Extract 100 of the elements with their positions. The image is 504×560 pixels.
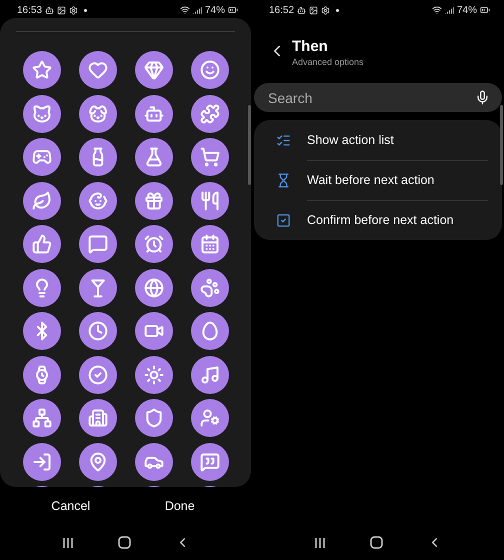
icon-option[interactable] (134, 94, 172, 132)
icon-option[interactable] (78, 182, 116, 220)
icon-option[interactable] (190, 225, 228, 263)
icon-option[interactable] (22, 182, 60, 220)
check-square-icon (276, 212, 291, 228)
notification-dot-icon (336, 8, 340, 12)
icon-option[interactable] (190, 51, 228, 89)
baby-face-icon (88, 190, 108, 210)
icon-option[interactable] (22, 51, 60, 89)
icon-option[interactable] (190, 356, 228, 394)
icon-option[interactable] (78, 356, 116, 394)
battery-percent: 74% (456, 4, 477, 16)
sun-icon (144, 364, 164, 384)
recent-apps-icon[interactable] (314, 536, 326, 548)
done-button[interactable]: Done (156, 495, 203, 517)
map-pin-icon (88, 452, 108, 472)
network-icon (32, 408, 52, 428)
robot-icon (144, 104, 164, 124)
recent-apps-icon[interactable] (62, 536, 74, 548)
icon-option[interactable] (134, 399, 172, 437)
image-icon (57, 6, 66, 14)
battery-icon (480, 5, 490, 15)
icon-option[interactable] (134, 356, 172, 394)
icon-option[interactable] (190, 399, 228, 437)
image-icon (309, 6, 318, 14)
icon-option[interactable] (78, 442, 116, 480)
cat-icon (32, 104, 52, 124)
signal-icon (192, 6, 202, 14)
icon-option[interactable] (78, 268, 116, 306)
gem-icon (144, 60, 164, 80)
wifi-icon (432, 5, 442, 15)
user-gear-icon (200, 408, 220, 428)
icon-option[interactable] (78, 312, 116, 350)
cart-icon (200, 147, 220, 167)
clock-icon (88, 321, 108, 341)
building-icon (88, 408, 108, 428)
home-icon[interactable] (370, 536, 383, 549)
icon-option[interactable] (22, 138, 60, 176)
music-note-icon (200, 364, 220, 384)
home-icon[interactable] (118, 536, 131, 549)
icon-option[interactable] (22, 356, 60, 394)
icon-option[interactable] (78, 94, 116, 132)
hourglass-icon (276, 172, 291, 188)
icon-option[interactable] (134, 51, 172, 89)
icon-option[interactable] (190, 138, 228, 176)
leaf-icon (32, 190, 52, 210)
icon-option[interactable] (22, 442, 60, 480)
list-check-icon (276, 132, 291, 148)
option-label[interactable]: Confirm before next action (307, 213, 454, 227)
alarm-clock-icon (144, 234, 164, 254)
status-time: 16:53 (17, 4, 42, 16)
settings-icon (321, 6, 330, 14)
enter-arrow-icon (32, 452, 52, 472)
icon-option[interactable] (78, 225, 116, 263)
paw-icon (200, 278, 220, 298)
gift-icon (144, 190, 164, 210)
icon-option[interactable] (78, 51, 116, 89)
page-subtitle: Advanced options (292, 57, 364, 67)
icon-option[interactable] (134, 225, 172, 263)
icon-option[interactable] (22, 94, 60, 132)
icon-option[interactable] (22, 399, 60, 437)
robot-icon (45, 6, 54, 14)
icon-option[interactable] (22, 268, 60, 306)
icon-option[interactable] (134, 442, 172, 480)
icon-option[interactable] (78, 399, 116, 437)
battery-percent: 74% (204, 4, 225, 16)
icon-option[interactable] (22, 225, 60, 263)
icon-option[interactable] (190, 442, 228, 480)
icon-option[interactable] (134, 312, 172, 350)
utensils-icon (200, 190, 220, 210)
icon-option[interactable] (134, 182, 172, 220)
wifi-icon (180, 5, 190, 15)
icon-option[interactable] (190, 182, 228, 220)
microphone-icon[interactable] (475, 90, 490, 105)
calendar-icon (200, 234, 220, 254)
cancel-button[interactable]: Cancel (43, 495, 98, 517)
icon-option[interactable] (78, 138, 116, 176)
thumbs-up-icon (32, 234, 52, 254)
icon-option[interactable] (190, 94, 228, 132)
notification-dot-icon (84, 8, 88, 12)
search-field[interactable]: Search (254, 83, 502, 112)
icon-option[interactable] (22, 312, 60, 350)
status-time: 16:52 (269, 4, 294, 16)
signal-icon (444, 6, 454, 14)
star-icon (32, 60, 52, 80)
flask-icon (144, 147, 164, 167)
option-label[interactable]: Show action list (307, 132, 394, 146)
chat-bubble-icon (88, 234, 108, 254)
puzzle-icon (200, 104, 220, 124)
page-title: Then (292, 38, 329, 55)
icon-option[interactable] (190, 268, 228, 306)
option-label[interactable]: Wait before next action (307, 172, 434, 186)
icon-option[interactable] (190, 312, 228, 350)
icon-option[interactable] (134, 138, 172, 176)
robot-icon (297, 6, 306, 14)
gamepad-icon (32, 147, 52, 167)
egg-icon (200, 321, 220, 341)
check-circle-icon (88, 364, 108, 384)
icon-option[interactable] (134, 268, 172, 306)
settings-icon (69, 6, 78, 14)
